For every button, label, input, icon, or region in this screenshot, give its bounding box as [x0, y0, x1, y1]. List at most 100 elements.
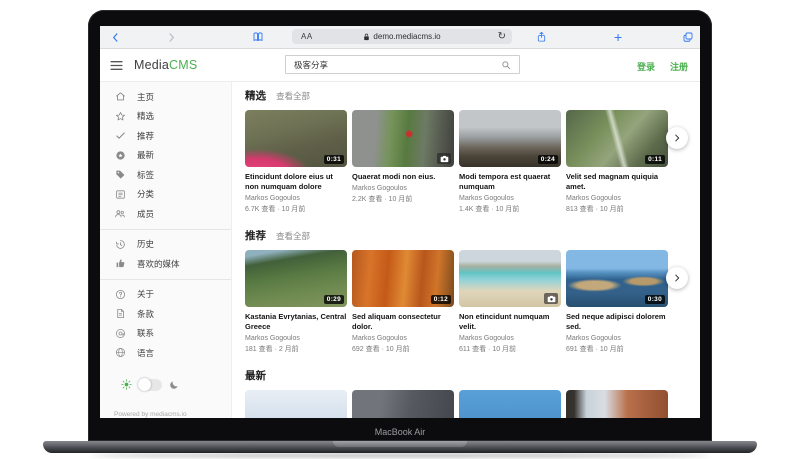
- video-thumbnail[interactable]: 0:12: [352, 250, 454, 307]
- video-thumbnail[interactable]: 0:30: [566, 250, 668, 307]
- sidebar-item-latest[interactable]: 最新: [100, 146, 231, 166]
- video-thumbnail[interactable]: 0:11: [566, 110, 668, 167]
- video-thumbnail[interactable]: [245, 390, 347, 419]
- browser-toolbar: AA demo.mediacms.io ↻ +: [100, 26, 700, 49]
- sidebar-item-terms[interactable]: 条款: [100, 304, 231, 324]
- list-icon: [114, 188, 126, 200]
- bookmarks-icon[interactable]: [252, 26, 264, 48]
- sidebar-item-contact[interactable]: 联系: [100, 324, 231, 344]
- sidebar-item-label: 条款: [137, 308, 154, 320]
- video-card: 0:29 Kastania Evrytanias, Central Greece M…: [245, 250, 347, 354]
- theme-switcher: [100, 363, 231, 391]
- document-icon: [114, 308, 126, 320]
- browser-back-button[interactable]: [110, 26, 121, 48]
- video-author[interactable]: Markos Gogoulos: [566, 195, 668, 202]
- site-logo[interactable]: MediaCMS: [134, 58, 197, 72]
- powered-by-link[interactable]: Powered by mediacms.io: [114, 411, 187, 418]
- video-author[interactable]: Markos Gogoulos: [245, 195, 347, 202]
- sidebar-item-liked-media[interactable]: 喜欢的媒体: [100, 254, 231, 274]
- sidebar-item-about[interactable]: 关于: [100, 285, 231, 305]
- next-button[interactable]: [666, 127, 688, 149]
- reload-icon[interactable]: ↻: [498, 32, 506, 42]
- sidebar-item-label: 成员: [137, 208, 154, 220]
- sidebar-item-label: 历史: [137, 238, 154, 250]
- sidebar-item-recommended[interactable]: 推荐: [100, 126, 231, 146]
- reader-button[interactable]: AA: [301, 32, 313, 41]
- camera-icon: [544, 293, 558, 304]
- video-title[interactable]: Modi tempora est quaerat numquam: [459, 172, 561, 192]
- sidebar-group: 主页精选推荐最新标签分类成员: [100, 87, 231, 224]
- sidebar-item-label: 关于: [137, 288, 154, 300]
- sidebar-item-categories[interactable]: 分类: [100, 185, 231, 205]
- sidebar-item-label: 分类: [137, 188, 154, 200]
- video-thumbnail[interactable]: [459, 390, 561, 419]
- video-stats: 6.7K 查看 · 10 月前: [245, 204, 347, 214]
- duration-badge: 0:29: [324, 295, 344, 304]
- section-title: 推荐: [245, 228, 266, 243]
- lock-icon: [363, 33, 370, 41]
- sidebar-item-tags[interactable]: 标签: [100, 165, 231, 185]
- sidebar-item-members[interactable]: 成员: [100, 204, 231, 224]
- search-input[interactable]: [286, 60, 493, 70]
- video-title[interactable]: Sed neque adipisci dolorem sed.: [566, 312, 668, 332]
- video-author[interactable]: Markos Gogoulos: [566, 335, 668, 342]
- app-body: 主页精选推荐最新标签分类成员历史喜欢的媒体关于条款联系语言 Powered by…: [100, 82, 700, 418]
- login-link[interactable]: 登录: [637, 60, 655, 73]
- video-title[interactable]: Velit sed magnam quiquia amet.: [566, 172, 668, 192]
- video-card: 0:11 Velit sed magnam quiquia amet. Markos…: [566, 110, 668, 214]
- video-author[interactable]: Markos Gogoulos: [245, 335, 347, 342]
- duration-badge: 0:30: [645, 295, 665, 304]
- history-icon: [114, 238, 126, 250]
- browser-forward-button[interactable]: [166, 26, 177, 48]
- video-thumbnail[interactable]: 0:29: [245, 250, 347, 307]
- theme-toggle[interactable]: [138, 379, 162, 391]
- video-author[interactable]: Markos Gogoulos: [459, 335, 561, 342]
- video-author[interactable]: Markos Gogoulos: [352, 335, 454, 342]
- camera-icon: [437, 153, 451, 164]
- video-thumbnail[interactable]: [352, 110, 454, 167]
- toggle-knob: [138, 378, 151, 391]
- video-stats: 813 查看 · 10 月前: [566, 204, 668, 214]
- sidebar-item-label: 语言: [137, 347, 154, 359]
- tag-icon: [114, 169, 126, 181]
- tabs-icon[interactable]: [682, 26, 694, 48]
- screenshot-stage: AA demo.mediacms.io ↻ +: [0, 0, 800, 459]
- media-section: 推荐查看全部 0:29 Kastania Evrytanias, Central G…: [245, 228, 700, 354]
- thumb-up-icon: [114, 258, 126, 270]
- video-thumbnail[interactable]: [566, 390, 668, 419]
- video-title[interactable]: Kastania Evrytanias, Central Greece: [245, 312, 347, 332]
- register-link[interactable]: 注册: [670, 60, 688, 73]
- video-card: Non etincidunt numquam velit. Markos Gogo…: [459, 250, 561, 354]
- video-thumbnail[interactable]: 0:24: [459, 110, 561, 167]
- url-field[interactable]: AA demo.mediacms.io ↻: [292, 29, 512, 44]
- sidebar-item-language[interactable]: 语言: [100, 343, 231, 363]
- section-header: 最新: [245, 368, 700, 382]
- video-title[interactable]: Quaerat modi non eius.: [352, 172, 454, 182]
- video-title[interactable]: Etincidunt dolore eius ut non numquam do…: [245, 172, 347, 192]
- new-tab-icon[interactable]: +: [614, 26, 622, 48]
- video-author[interactable]: Markos Gogoulos: [352, 185, 454, 192]
- next-button[interactable]: [666, 267, 688, 289]
- video-thumbnail[interactable]: [352, 390, 454, 419]
- macbook-bezel: AA demo.mediacms.io ↻ +: [88, 10, 712, 441]
- video-thumbnail[interactable]: 0:31: [245, 110, 347, 167]
- video-card: 0:30 Sed neque adipisci dolorem sed. Marko…: [566, 250, 668, 354]
- video-title[interactable]: Non etincidunt numquam velit.: [459, 312, 561, 332]
- video-thumbnail[interactable]: [459, 250, 561, 307]
- sidebar-item-home[interactable]: 主页: [100, 87, 231, 107]
- menu-icon[interactable]: [110, 58, 123, 76]
- view-all-link[interactable]: 查看全部: [276, 90, 310, 102]
- video-card: 0:12 Sed aliquam consectetur dolor. Markos…: [352, 250, 454, 354]
- home-icon: [114, 91, 126, 103]
- video-title[interactable]: Sed aliquam consectetur dolor.: [352, 312, 454, 332]
- video-card: [245, 390, 347, 419]
- video-author[interactable]: Markos Gogoulos: [459, 195, 561, 202]
- page-domain: demo.mediacms.io: [363, 32, 440, 41]
- cards-row: 0:31 Etincidunt dolore eius ut non numqua…: [245, 110, 700, 214]
- view-all-link[interactable]: 查看全部: [276, 230, 310, 242]
- sidebar-item-featured[interactable]: 精选: [100, 107, 231, 127]
- sidebar-item-history[interactable]: 历史: [100, 235, 231, 255]
- share-icon[interactable]: [536, 26, 547, 48]
- search-icon[interactable]: [493, 56, 519, 73]
- star-icon: [114, 110, 126, 122]
